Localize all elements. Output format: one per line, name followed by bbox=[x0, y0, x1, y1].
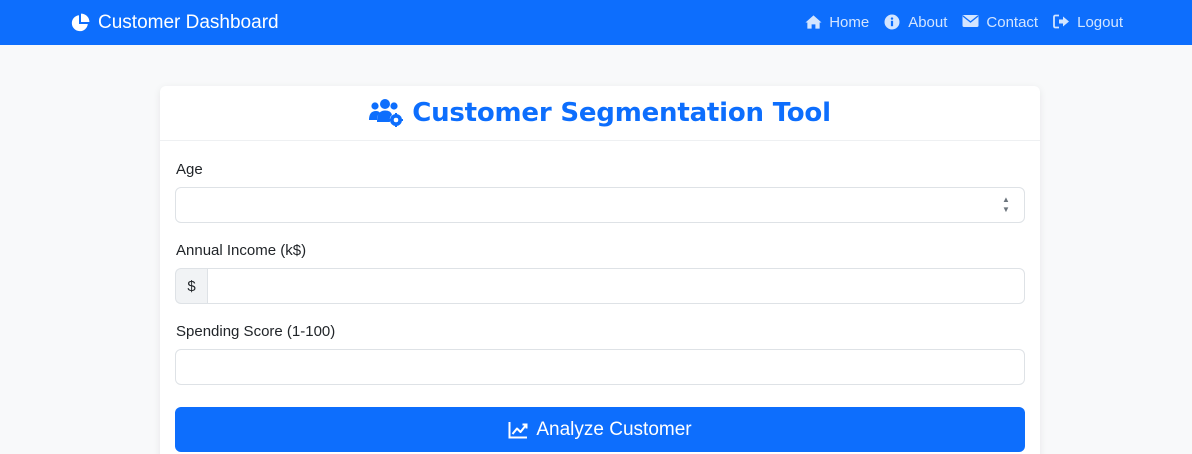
navbar: Customer Dashboard Home About Contact Lo… bbox=[0, 0, 1192, 45]
analyze-button[interactable]: Analyze Customer bbox=[175, 407, 1025, 452]
nav-contact-label: Contact bbox=[986, 14, 1039, 31]
nav-home[interactable]: Home bbox=[805, 14, 869, 31]
users-cog-icon bbox=[369, 98, 404, 128]
nav-logout-label: Logout bbox=[1077, 14, 1123, 31]
card-header: Customer Segmentation Tool bbox=[160, 86, 1040, 141]
spending-label: Spending Score (1-100) bbox=[176, 323, 336, 340]
nav-contact[interactable]: Contact bbox=[962, 14, 1038, 31]
income-input-group: $ bbox=[175, 268, 1025, 304]
nav-home-label: Home bbox=[829, 14, 870, 31]
age-input[interactable]: ▲ ▼ bbox=[175, 187, 1025, 223]
analyze-button-label: Analyze Customer bbox=[536, 418, 692, 440]
nav-about[interactable]: About bbox=[884, 14, 947, 31]
nav-links: Home About Contact Logout bbox=[805, 0, 1123, 45]
chart-line-icon bbox=[508, 421, 528, 439]
age-stepper[interactable]: ▲ ▼ bbox=[1001, 196, 1011, 214]
income-label: Annual Income (k$) bbox=[176, 242, 307, 259]
currency-prefix: $ bbox=[175, 268, 207, 304]
nav-about-label: About bbox=[908, 14, 948, 31]
age-label: Age bbox=[176, 161, 203, 178]
sign-out-icon bbox=[1053, 14, 1070, 31]
card-title: Customer Segmentation Tool bbox=[412, 98, 831, 128]
segmentation-card: Customer Segmentation Tool Age ▲ ▼ Annua… bbox=[160, 86, 1040, 454]
stepper-up-icon[interactable]: ▲ bbox=[1002, 196, 1010, 204]
brand-label: Customer Dashboard bbox=[98, 11, 279, 33]
nav-logout[interactable]: Logout bbox=[1053, 14, 1123, 31]
envelope-icon bbox=[962, 14, 979, 31]
pie-chart-icon bbox=[70, 13, 90, 33]
stepper-down-icon[interactable]: ▼ bbox=[1002, 206, 1010, 214]
info-circle-icon bbox=[884, 14, 901, 31]
income-input[interactable] bbox=[207, 268, 1025, 304]
home-icon bbox=[805, 14, 822, 31]
spending-input[interactable] bbox=[175, 349, 1025, 385]
brand-link[interactable]: Customer Dashboard bbox=[70, 0, 279, 45]
